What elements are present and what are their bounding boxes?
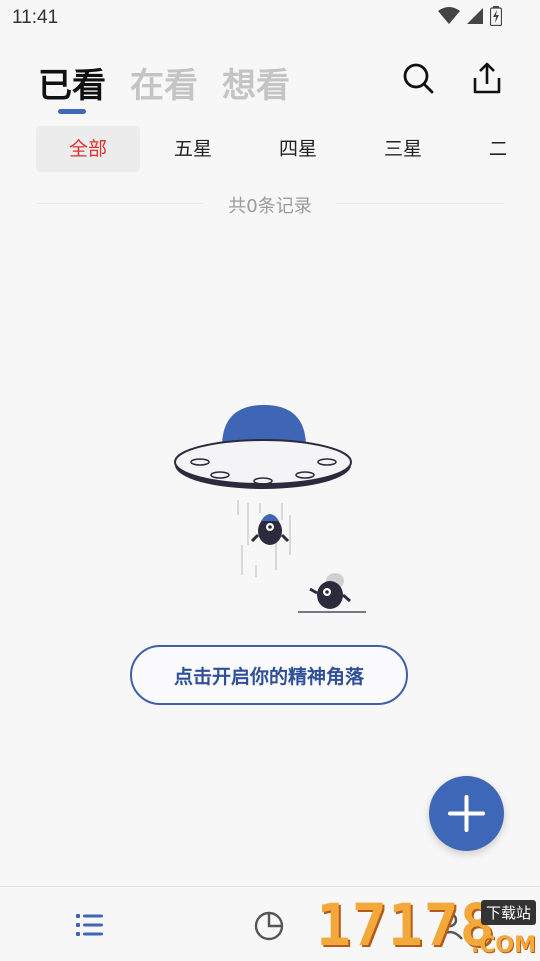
battery-icon (490, 6, 502, 26)
divider-right (336, 203, 504, 204)
share-icon[interactable] (469, 60, 505, 96)
filter-all[interactable]: 全部 (36, 126, 140, 172)
wifi-icon (438, 7, 460, 24)
record-count: 共0条记录 (228, 196, 312, 217)
tab-indicator (58, 109, 86, 114)
signal-icon (467, 8, 483, 24)
watermark-logo: 17178 下载站 .COM (316, 894, 540, 960)
tab-want-to-watch[interactable]: 想看 (222, 58, 290, 107)
ufo-illustration (174, 405, 366, 613)
status-time: 11:41 (12, 7, 59, 28)
rating-filter-row: 全部 五星 四星 三星 二星 (36, 126, 506, 174)
status-icons (438, 6, 502, 26)
filter-three-star[interactable]: 三星 (351, 126, 455, 172)
record-count-row: 共0条记录 (36, 190, 504, 218)
watermark-tag: 下载站 (480, 900, 536, 925)
plus-icon (448, 795, 485, 832)
header: 已看 在看 想看 (0, 52, 540, 122)
filter-four-star[interactable]: 四星 (246, 126, 350, 172)
filter-two-star[interactable]: 二星 (456, 126, 506, 172)
status-bar: 11:41 (0, 0, 540, 36)
add-button[interactable] (429, 776, 504, 851)
start-button[interactable]: 点击开启你的精神角落 (130, 645, 408, 705)
list-icon[interactable] (72, 907, 108, 943)
filter-five-star[interactable]: 五星 (141, 126, 245, 172)
watermark-suffix: .COM (470, 933, 536, 958)
pie-chart-icon[interactable] (252, 907, 288, 943)
watermark-number: 17178 (316, 891, 496, 959)
search-icon[interactable] (400, 60, 436, 96)
tab-watched[interactable]: 已看 (38, 58, 106, 107)
tab-watching[interactable]: 在看 (130, 58, 198, 107)
